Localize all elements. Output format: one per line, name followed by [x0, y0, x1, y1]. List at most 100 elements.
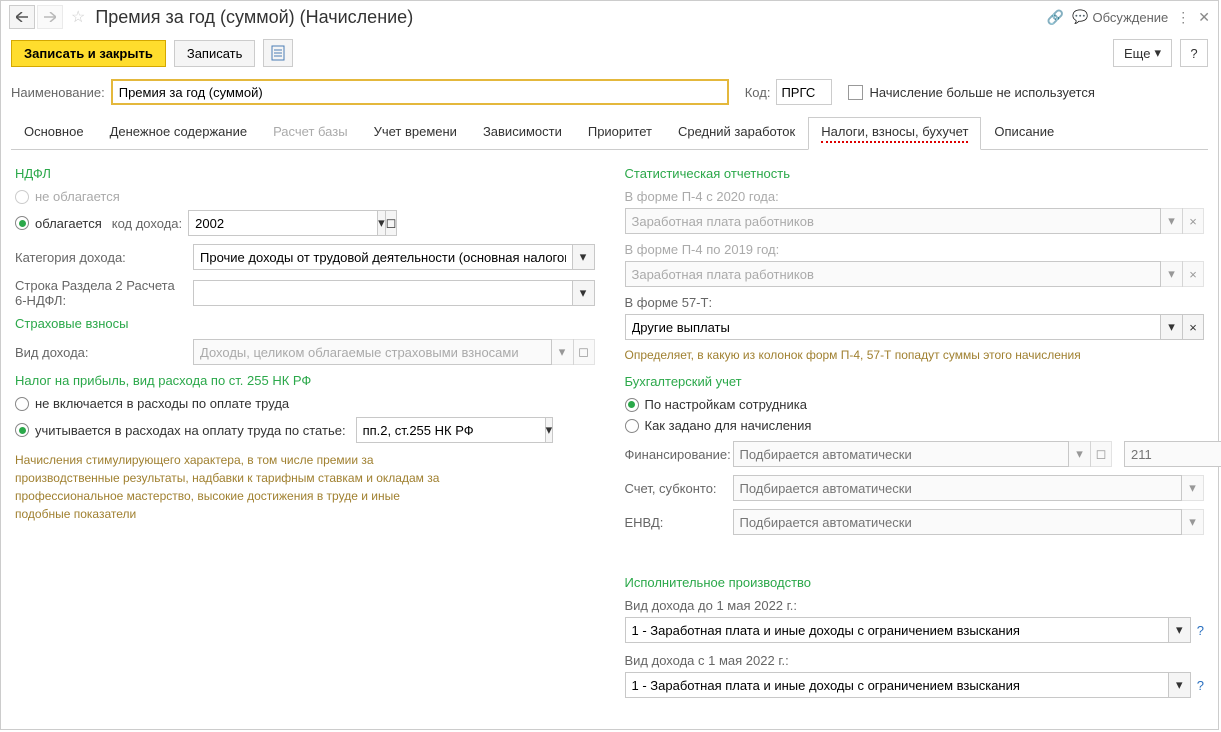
left-column: НДФЛ не облагается облагается код дохода… [15, 160, 595, 698]
tab-time[interactable]: Учет времени [361, 117, 470, 149]
window: ☆ Премия за год (суммой) (Начисление) 🔗 … [0, 0, 1219, 730]
clear-button: × [1182, 208, 1204, 234]
dropdown-button: ▾ [1069, 441, 1091, 467]
stat-help: Определяет, в какую из колонок форм П-4,… [625, 346, 1205, 364]
tab-priority[interactable]: Приоритет [575, 117, 665, 149]
more-label: Еще [1124, 46, 1150, 61]
tab-main[interactable]: Основное [11, 117, 97, 149]
row2-input[interactable] [193, 280, 573, 306]
ndfl-title: НДФЛ [15, 166, 595, 181]
included-radio[interactable]: учитывается в расходах на оплату труда п… [15, 417, 595, 443]
tab-deps[interactable]: Зависимости [470, 117, 575, 149]
taxed-label: облагается [35, 216, 102, 231]
back-button[interactable] [9, 5, 35, 29]
help-button[interactable]: ? [1180, 39, 1208, 67]
acc-title: Бухгалтерский учет [625, 374, 1205, 389]
dropdown-button[interactable]: ▾ [546, 417, 554, 443]
tab-desc[interactable]: Описание [981, 117, 1067, 149]
close-icon[interactable]: ✕ [1198, 9, 1210, 26]
report-button[interactable] [263, 39, 293, 67]
category-label: Категория дохода: [15, 250, 185, 265]
not-used-label: Начисление больше не используется [869, 85, 1094, 100]
by-employee-radio[interactable]: По настройкам сотрудника [625, 397, 1205, 412]
not-included-label: не включается в расходы по оплате труда [35, 396, 289, 411]
favorite-icon[interactable]: ☆ [71, 7, 85, 27]
chevron-down-icon: ▾ [1154, 45, 1161, 61]
discuss-label: Обсуждение [1093, 10, 1169, 25]
before-input[interactable] [625, 617, 1169, 643]
dropdown-button[interactable]: ▾ [573, 244, 595, 270]
account-input [733, 475, 1183, 501]
radio-icon [625, 419, 639, 433]
not-used-checkbox-wrap[interactable]: Начисление больше не используется [848, 85, 1094, 100]
p4-2019-label: В форме П-4 по 2019 год: [625, 242, 1205, 257]
radio-icon [15, 216, 29, 230]
row2-label: Строка Раздела 2 Расчета 6-НДФЛ: [15, 278, 185, 308]
more-button[interactable]: Еще ▾ [1113, 39, 1172, 67]
finance-label: Финансирование: [625, 447, 725, 462]
not-included-radio[interactable]: не включается в расходы по оплате труда [15, 396, 595, 411]
help-icon[interactable]: ? [1197, 678, 1204, 693]
discuss-button[interactable]: 💬 Обсуждение [1072, 9, 1168, 25]
help-icon[interactable]: ? [1197, 623, 1204, 638]
acc211-input [1124, 441, 1221, 467]
exec-title: Исполнительное производство [625, 575, 1205, 590]
save-close-button[interactable]: Записать и закрыть [11, 40, 166, 67]
article-input[interactable] [356, 417, 546, 443]
by-employee-label: По настройкам сотрудника [645, 397, 807, 412]
ndfl-taxed-radio[interactable]: облагается код дохода: ▾ ◻ [15, 210, 595, 236]
name-input[interactable] [111, 79, 729, 105]
f57t-input[interactable] [625, 314, 1162, 340]
p4-2020-label: В форме П-4 с 2020 года: [625, 189, 1205, 204]
dropdown-button[interactable]: ▾ [1161, 314, 1183, 340]
not-taxed-label: не облагается [35, 189, 120, 204]
content: НДФЛ не облагается облагается код дохода… [1, 150, 1218, 708]
category-input[interactable] [193, 244, 573, 270]
save-button[interactable]: Записать [174, 40, 256, 67]
menu-icon[interactable]: ⋮ [1176, 9, 1190, 26]
tab-avg[interactable]: Средний заработок [665, 117, 808, 149]
link-icon[interactable]: 🔗 [1047, 9, 1064, 26]
tabs: Основное Денежное содержание Расчет базы… [11, 117, 1208, 150]
radio-icon [15, 423, 29, 437]
dropdown-button[interactable]: ▾ [1169, 617, 1191, 643]
dropdown-button[interactable]: ▾ [573, 280, 595, 306]
income-code-label: код дохода: [112, 216, 182, 231]
tab-monetary[interactable]: Денежное содержание [97, 117, 260, 149]
income-type-input [193, 339, 552, 365]
code-input[interactable] [776, 79, 832, 105]
profit-title: Налог на прибыль, вид расхода по ст. 255… [15, 373, 595, 388]
after-label: Вид дохода с 1 мая 2022 г.: [625, 653, 1205, 668]
insurance-title: Страховые взносы [15, 316, 595, 331]
dropdown-button: ▾ [1161, 261, 1183, 287]
radio-icon [15, 397, 29, 411]
toolbar: Записать и закрыть Записать Еще ▾ ? [1, 33, 1218, 73]
open-button: ◻ [1090, 441, 1112, 467]
open-button[interactable]: ◻ [385, 210, 398, 236]
as-set-radio[interactable]: Как задано для начисления [625, 418, 1205, 433]
article-description: Начисления стимулирующего характера, в т… [15, 451, 455, 523]
dropdown-button[interactable]: ▾ [1169, 672, 1191, 698]
name-label: Наименование: [11, 85, 105, 100]
income-code-input[interactable] [188, 210, 378, 236]
dropdown-button: ▾ [1182, 509, 1204, 535]
forward-button[interactable] [37, 5, 63, 29]
p4-2020-input [625, 208, 1162, 234]
clear-button[interactable]: × [1182, 314, 1204, 340]
right-column: Статистическая отчетность В форме П-4 с … [625, 160, 1205, 698]
tab-base[interactable]: Расчет базы [260, 117, 361, 149]
tab-taxes[interactable]: Налоги, взносы, бухучет [808, 117, 981, 150]
income-type-label: Вид дохода: [15, 345, 185, 360]
dropdown-button: ▾ [1161, 208, 1183, 234]
tab-taxes-label: Налоги, взносы, бухучет [821, 124, 968, 139]
after-input[interactable] [625, 672, 1169, 698]
open-button: ◻ [573, 339, 595, 365]
included-label: учитывается в расходах на оплату труда п… [35, 423, 346, 438]
window-title: Премия за год (суммой) (Начисление) [95, 7, 413, 28]
before-label: Вид дохода до 1 мая 2022 г.: [625, 598, 1205, 613]
titlebar: ☆ Премия за год (суммой) (Начисление) 🔗 … [1, 1, 1218, 33]
dropdown-button: ▾ [1182, 475, 1204, 501]
ndfl-not-taxed-radio: не облагается [15, 189, 595, 204]
envd-input [733, 509, 1183, 535]
not-used-checkbox[interactable] [848, 85, 863, 100]
